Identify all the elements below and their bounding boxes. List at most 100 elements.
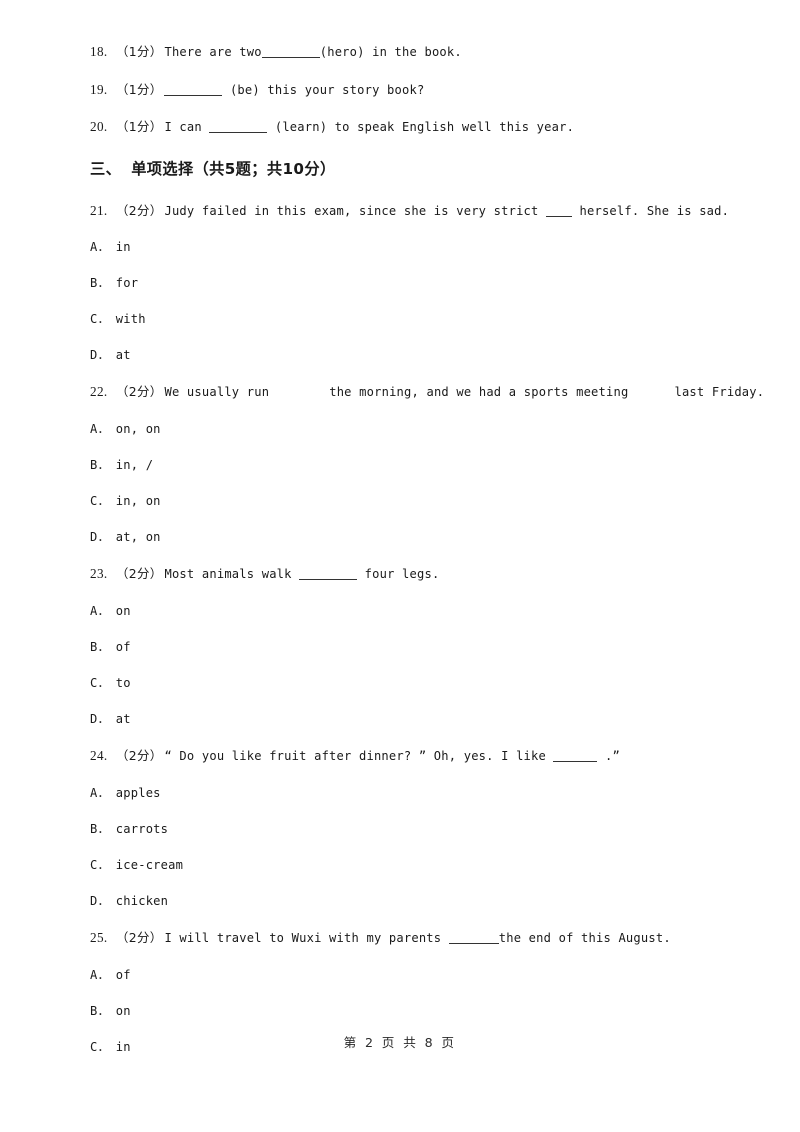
option-label: on (115, 1003, 131, 1018)
question-number: 23. (90, 566, 108, 582)
option-letter: A． (90, 967, 110, 982)
answer-option[interactable]: C． in, on (90, 494, 710, 509)
question-number: 24. (90, 748, 108, 764)
question-row: 21. （2分） Judy failed in this exam, since s… (90, 202, 729, 220)
question-stem: We usually run the morning, and we had a … (164, 385, 764, 400)
option-label: in, / (115, 458, 154, 473)
option-letter: A． (90, 785, 110, 800)
question-text-segment: “ Do you like fruit after dinner? ” Oh, … (164, 749, 554, 764)
answer-option[interactable]: C． to (90, 676, 710, 691)
page-content: 18. （1分） There are two (hero) in the book. 1… (90, 44, 764, 1076)
option-label: chicken (115, 894, 169, 909)
question-text-segment: the morning, and we had a sports meeting (329, 385, 629, 400)
section-heading-number: 三、 (90, 159, 122, 178)
question-number: 19. (90, 81, 108, 97)
question-text-segment: (be) this your story book? (222, 82, 425, 97)
question-points: （2分） (116, 566, 163, 582)
question-text-segment: Judy failed in this exam, since she is v… (164, 203, 547, 218)
option-letter: D． (90, 348, 110, 363)
option-letter: D． (90, 894, 110, 909)
question-text-segment: the end of this August. (498, 931, 671, 946)
answer-blank[interactable] (261, 46, 320, 58)
answer-blank[interactable] (448, 932, 499, 945)
answer-option[interactable]: A． apples (90, 786, 710, 801)
answer-option[interactable]: D． at, on (90, 530, 710, 545)
question-number: 25. (90, 930, 108, 946)
question-points: （2分） (116, 748, 163, 764)
option-label: in (115, 240, 131, 254)
option-letter: C． (90, 858, 110, 873)
question-stem: There are two (hero) in the book. (164, 45, 710, 60)
answer-option[interactable]: D． at (90, 712, 710, 727)
section-heading-multiple-choice: 三、 单项选择（共5题；共10分） (90, 157, 710, 179)
question-row: 20. （1分） I can (learn) to speak English we… (90, 119, 710, 136)
question-points: （2分） (116, 930, 163, 946)
question-row: 22. （2分） We usually run the morning, and we… (90, 384, 764, 401)
question-stem: Judy failed in this exam, since she is v… (164, 204, 729, 219)
question-text-segment: (learn) to speak English well this year. (267, 120, 575, 134)
answer-blank[interactable] (299, 568, 358, 581)
question-row: 23. （2分） Most animals walk four legs. (90, 566, 710, 583)
option-letter: D． (90, 712, 110, 727)
option-letter: C． (90, 312, 110, 327)
answer-option[interactable]: B． carrots (90, 822, 710, 837)
answer-option[interactable]: B． in, / (90, 458, 710, 473)
answer-option[interactable]: A． in (90, 240, 710, 255)
answer-option[interactable]: B． on (90, 1004, 710, 1019)
option-letter: B． (90, 1003, 110, 1018)
answer-option[interactable]: B． for (90, 276, 710, 291)
question-points: （2分） (116, 384, 163, 400)
answer-option[interactable]: B． of (90, 640, 710, 655)
answer-option[interactable]: D． at (90, 348, 710, 363)
option-letter: B． (90, 639, 110, 654)
question-row: 18. （1分） There are two (hero) in the book. (90, 44, 710, 61)
section-heading-title: 单项选择（共5题；共10分） (131, 159, 336, 178)
question-text-segment: last Friday. (674, 385, 765, 400)
answer-blank[interactable] (553, 750, 598, 763)
answer-blank[interactable] (209, 121, 268, 133)
question-text-segment: herself. She is sad. (572, 203, 730, 218)
question-stem: (be) this your story book? (164, 83, 710, 98)
question-text-segment: There are two (164, 45, 262, 59)
question-stem: Most animals walk four legs. (164, 567, 710, 582)
multiple-choice-question-list: 21. （2分） Judy failed in this exam, since s… (90, 202, 764, 1056)
exam-page: 18. （1分） There are two (hero) in the book. 1… (0, 0, 800, 1132)
option-letter: A． (90, 603, 110, 618)
option-label: apples (115, 785, 161, 800)
question-text-segment: We usually run (164, 385, 270, 400)
option-label: to (115, 676, 131, 691)
option-label: of (115, 639, 131, 654)
question-text-segment: I will travel to Wuxi with my parents (164, 931, 449, 946)
answer-option[interactable]: C． with (90, 312, 710, 327)
option-label: ice-cream (115, 858, 184, 873)
question-text-segment: (hero) in the book. (319, 45, 462, 59)
question-points: （2分） (116, 202, 163, 218)
answer-option[interactable]: A． on, on (90, 422, 710, 437)
option-letter: D． (90, 530, 110, 545)
option-label: on, on (115, 421, 161, 436)
fill-in-question-list: 18. （1分） There are two (hero) in the book. 1… (90, 44, 710, 136)
option-letter: C． (90, 494, 110, 509)
option-letter: C． (90, 676, 110, 691)
question-stem: I can (learn) to speak English well this… (164, 120, 710, 135)
answer-blank[interactable] (546, 204, 573, 217)
question-number: 20. (90, 119, 108, 134)
option-label: carrots (115, 821, 169, 836)
option-label: of (115, 967, 131, 982)
option-letter: A． (90, 421, 110, 436)
answer-option[interactable]: A． of (90, 968, 710, 983)
question-number: 21. (90, 202, 108, 218)
question-row: 19. （1分） (be) this your story book? (90, 82, 710, 99)
answer-option[interactable]: D． chicken (90, 894, 710, 909)
option-letter: B． (90, 276, 110, 291)
question-points: （1分） (116, 119, 163, 134)
option-label: at, on (115, 530, 161, 545)
answer-option[interactable]: C． ice-cream (90, 858, 710, 873)
question-points: （1分） (116, 81, 163, 97)
question-number: 22. (90, 384, 108, 400)
question-stem: I will travel to Wuxi with my parents th… (164, 931, 710, 946)
answer-blank[interactable] (164, 83, 223, 96)
answer-option[interactable]: A． on (90, 604, 710, 619)
option-label: in, on (115, 494, 161, 509)
question-text-segment: .” (597, 749, 620, 764)
